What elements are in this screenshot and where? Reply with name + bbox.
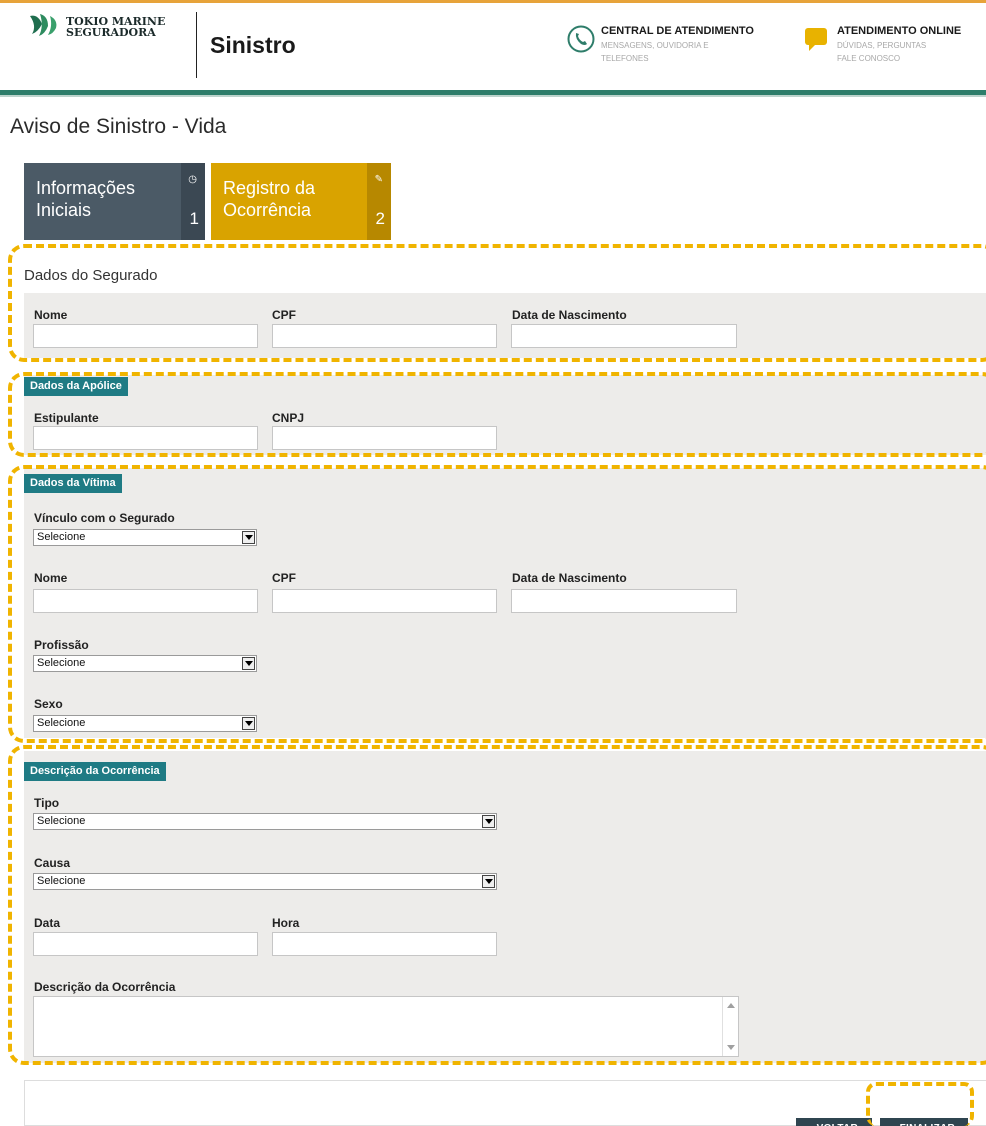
apolice-cnpj-label: CNPJ <box>272 411 305 425</box>
vitima-vinculo-select[interactable]: Selecione <box>33 529 257 546</box>
phone-icon <box>567 25 595 53</box>
contact-online-line1: DÚVIDAS, PERGUNTAS <box>837 41 927 50</box>
segurado-nome-label: Nome <box>34 308 68 322</box>
dropdown-arrow-icon[interactable] <box>242 531 255 544</box>
step-registro-ocorrencia[interactable]: Registro da Ocorrência ✎ 2 <box>211 163 391 240</box>
segurado-nascimento-input[interactable] <box>511 324 737 348</box>
apolice-section-tag: Dados da Apólice <box>24 377 128 396</box>
ocorrencia-hora-input[interactable] <box>272 932 497 956</box>
contact-central-title: CENTRAL DE ATENDIMENTO <box>601 25 754 37</box>
dropdown-arrow-icon[interactable] <box>242 717 255 730</box>
scroll-down-icon[interactable] <box>727 1045 735 1050</box>
contact-online-line2: FALE CONOSCO <box>837 54 901 63</box>
ocorrencia-tipo-select[interactable]: Selecione <box>33 813 497 830</box>
vitima-sexo-value: Selecione <box>37 717 86 729</box>
vitima-nome-input[interactable] <box>33 589 258 613</box>
finalizar-button[interactable]: › FINALIZAR <box>880 1118 968 1126</box>
dropdown-arrow-icon[interactable] <box>242 657 255 670</box>
vitima-nascimento-label: Data de Nascimento <box>512 571 627 585</box>
segurado-cpf-input[interactable] <box>272 324 497 348</box>
step-1-line1: Informações <box>36 178 136 198</box>
segurado-cpf-label: CPF <box>272 308 296 322</box>
brand-name: TOKIO MARINE SEGURADORA <box>66 16 165 38</box>
ocorrencia-section-tag: Descrição da Ocorrência <box>24 762 166 781</box>
vitima-cpf-input[interactable] <box>272 589 497 613</box>
segurado-section-title: Dados do Segurado <box>24 267 158 284</box>
dropdown-arrow-icon[interactable] <box>482 875 495 888</box>
ocorrencia-causa-label: Causa <box>34 856 71 870</box>
voltar-button[interactable]: ‹ VOLTAR <box>796 1118 872 1126</box>
clock-icon: ◷ <box>188 174 197 185</box>
ocorrencia-data-input[interactable] <box>33 932 258 956</box>
vitima-profissao-value: Selecione <box>37 657 86 669</box>
vitima-profissao-select[interactable]: Selecione <box>33 655 257 672</box>
textarea-scrollbar[interactable] <box>722 997 738 1056</box>
ocorrencia-causa-value: Selecione <box>37 875 86 887</box>
ocorrencia-data-label: Data <box>34 916 61 930</box>
vitima-vinculo-label: Vínculo com o Segurado <box>34 511 175 525</box>
scroll-up-icon[interactable] <box>727 1003 735 1008</box>
step-1-line2: Iniciais <box>36 200 92 220</box>
step-informacoes-iniciais[interactable]: Informações Iniciais ◷ 1 <box>24 163 205 240</box>
contact-central-line1: MENSAGENS, OUVIDORIA E <box>601 41 709 50</box>
vitima-cpf-label: CPF <box>272 571 296 585</box>
ocorrencia-hora-label: Hora <box>272 916 300 930</box>
apolice-cnpj-input[interactable] <box>272 426 497 450</box>
header-title: Sinistro <box>210 32 296 58</box>
apolice-estipulante-input[interactable] <box>33 426 258 450</box>
apolice-estipulante-label: Estipulante <box>34 411 99 425</box>
tokio-marine-logo-icon[interactable] <box>28 12 62 43</box>
ocorrencia-tipo-value: Selecione <box>37 815 86 827</box>
vitima-sexo-select[interactable]: Selecione <box>33 715 257 732</box>
header-bottom-line <box>0 95 986 97</box>
brand-line-2: SEGURADORA <box>66 26 156 39</box>
vitima-vinculo-value: Selecione <box>37 531 86 543</box>
header-divider <box>196 12 197 78</box>
pencil-icon: ✎ <box>374 174 383 185</box>
step-2-line2: Ocorrência <box>223 200 312 220</box>
chat-bubble-icon <box>805 28 827 51</box>
vitima-sexo-label: Sexo <box>34 697 63 711</box>
dropdown-arrow-icon[interactable] <box>482 815 495 828</box>
ocorrencia-tipo-label: Tipo <box>34 796 60 810</box>
contact-central-line2: TELEFONES <box>601 54 649 63</box>
step-2-line1: Registro da <box>223 178 316 198</box>
contact-online[interactable]: ATENDIMENTO ONLINE DÚVIDAS, PERGUNTAS FA… <box>803 25 961 65</box>
page-title: Aviso de Sinistro - Vida <box>10 115 227 138</box>
step-1-number: 1 <box>189 209 199 228</box>
ocorrencia-descricao-label: Descrição da Ocorrência <box>34 980 176 994</box>
segurado-nascimento-label: Data de Nascimento <box>512 308 627 322</box>
vitima-nome-label: Nome <box>34 571 68 585</box>
vitima-profissao-label: Profissão <box>34 638 89 652</box>
vitima-nascimento-input[interactable] <box>511 589 737 613</box>
step-2-number: 2 <box>375 209 385 228</box>
ocorrencia-descricao-textarea[interactable] <box>33 996 739 1057</box>
contact-online-title: ATENDIMENTO ONLINE <box>837 25 962 37</box>
ocorrencia-causa-select[interactable]: Selecione <box>33 873 497 890</box>
contact-central[interactable]: CENTRAL DE ATENDIMENTO MENSAGENS, OUVIDO… <box>567 25 754 65</box>
segurado-nome-input[interactable] <box>33 324 258 348</box>
vitima-section-tag: Dados da Vítima <box>24 474 122 493</box>
